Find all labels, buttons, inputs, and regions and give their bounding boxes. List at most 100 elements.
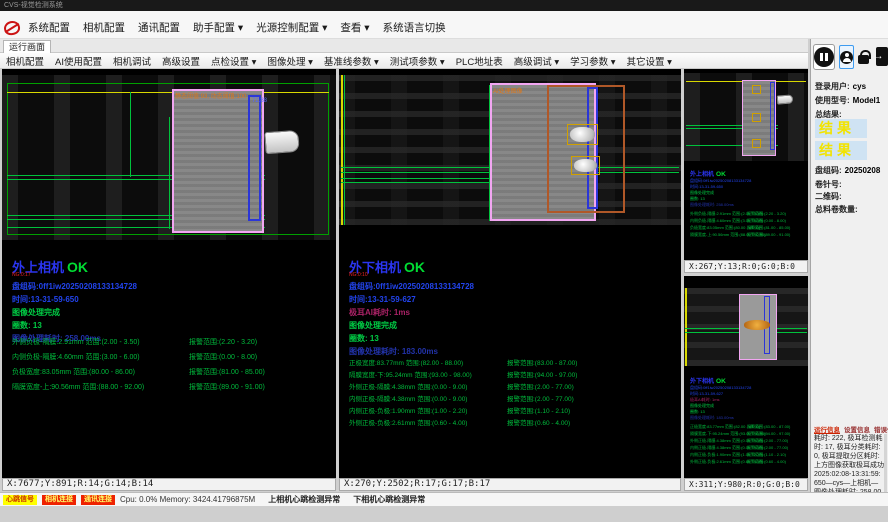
measurement-value: 内侧负极-隔膜:4.60mm 范围:(3.00 - 6.00) xyxy=(12,352,189,362)
measurement-alarm-range: 报警范围:(89.00 - 91.00) xyxy=(189,382,265,392)
turns-line: 圈数: 13 xyxy=(349,333,379,344)
tab-run-screen[interactable]: 运行画面 xyxy=(3,40,51,53)
menu-item[interactable]: 系统配置 xyxy=(28,20,70,35)
measurement-value: 隔膜宽度-下:95.24mm 范围:(93.00 - 98.00) xyxy=(690,431,747,437)
measurement-alarm-range: 报警范围:(1.10 - 2.10) xyxy=(507,405,570,415)
measurement-alarm-range: 报警范围:(0.00 - 8.00) xyxy=(189,352,257,362)
camera-image-lower[interactable]: AI处理图像 xyxy=(339,75,681,225)
toolbar-button[interactable]: 高级设置 xyxy=(162,54,200,68)
measurement-alarm-range: 报警范围:(94.00 - 97.00) xyxy=(747,431,790,437)
measurement-value: 负极宽度:83.05mm 范围:(80.00 - 86.00) xyxy=(690,225,747,231)
menu-item[interactable]: 相机配置 xyxy=(83,20,125,35)
pause-button[interactable] xyxy=(813,44,835,70)
thumbnail-panel-upper[interactable]: 外上相机OK 盘组码:0ff1iw20250208133134728 时间:13… xyxy=(684,69,808,260)
field-value: 20250208 xyxy=(845,166,881,175)
coords-readout-upper: X:7677;Y:891;R:14;G:14;B:14 xyxy=(2,478,336,491)
menu-item[interactable]: 通讯配置 xyxy=(138,20,180,35)
toolbar-button[interactable]: 测试项参数 ▾ xyxy=(390,54,445,68)
measurement-value: 内侧正极-负极:1.90mm 范围:(1.00 - 2.20) xyxy=(349,405,507,415)
measurement-value: 隔膜宽度-上:90.56mm 范围:(88.00 - 92.00) xyxy=(690,232,747,238)
batch-code-line: 盘组码:0ff1iw20250208133134728 xyxy=(349,281,474,292)
toolbar-button[interactable]: 学习参数 ▾ xyxy=(570,54,615,68)
measurement-value: 外侧正极-负极:2.61mm 范围:(0.60 - 4.00) xyxy=(690,459,747,465)
edge-detect-box xyxy=(248,95,261,221)
toolbar-button[interactable]: PLC地址表 xyxy=(456,54,503,68)
measurement-alarm-range: 报警范围:(0.60 - 4.00) xyxy=(747,459,786,465)
threshold-overlay-text: 静态阈值:93, 动态阈值:100 xyxy=(175,91,246,100)
camera-connection-badge: 相机连接 xyxy=(42,495,76,505)
thumbnail-image-lower[interactable] xyxy=(684,288,808,366)
measurement-value: 隔膜宽度-上:90.56mm 范围:(88.00 - 92.00) xyxy=(12,382,189,392)
measurement-row: 外侧正极-隔膜:4.38mm 范围:(0.00 - 9.00) 报警范围:(2.… xyxy=(349,381,677,393)
measurement-alarm-range: 报警范围:(81.00 - 85.00) xyxy=(747,225,790,231)
log-tab-run-info[interactable]: 运行信息 xyxy=(814,424,840,434)
measurement-list: 外侧负极-隔膜:2.91mm 范围:(2.00 - 3.50) 报警范围:(2.… xyxy=(12,337,332,397)
toolbar-button[interactable]: 点检设置 ▾ xyxy=(211,54,256,68)
user-login-button[interactable] xyxy=(839,45,854,69)
logout-door-icon xyxy=(876,47,888,66)
result-box-2: 结果 xyxy=(815,141,867,160)
field-label: 总料卷数量: xyxy=(815,205,858,214)
application-window: CVS-视觉检测系统 系统配置相机配置通讯配置助手配置 ▾光源控制配置 ▾查看 … xyxy=(0,0,888,522)
camera-result-title: 外下相机OK xyxy=(690,376,726,385)
field-row: 卷针号: xyxy=(815,179,845,190)
field-label: 二维码: xyxy=(815,192,842,201)
ng-counter: NG:0:10 xyxy=(349,272,368,278)
menu-item[interactable]: 系统语言切换 xyxy=(383,20,446,35)
measurement-row: 内侧负极-隔膜:4.60mm 范围:(3.00 - 6.00) 报警范围:(0.… xyxy=(690,218,804,225)
time-line: 时间:13-31-59-650 xyxy=(12,294,79,305)
log-tab-settings-info[interactable]: 设置信息 xyxy=(844,424,870,434)
thumbnail-image-upper[interactable] xyxy=(684,73,808,161)
camera-status-ok: OK xyxy=(716,378,726,385)
camera-panel-upper[interactable]: 静态阈值:93, 动态阈值:100 72.88 外上相机OK NG:0:17 盘… xyxy=(2,69,336,478)
field-label: 盘组码: xyxy=(815,166,842,175)
lock-button[interactable] xyxy=(858,47,869,67)
baseline-yellow xyxy=(685,288,687,366)
measurement-value: 内侧负极-隔膜:4.60mm 范围:(3.00 - 6.00) xyxy=(690,218,747,224)
toolbar-button[interactable]: AI使用配置 xyxy=(55,54,102,68)
measurement-row: 外侧负极-隔膜:2.91mm 范围:(2.00 - 3.50) 报警范围:(2.… xyxy=(12,337,332,352)
measurement-alarm-range: 报警范围:(2.20 - 3.20) xyxy=(747,211,786,217)
model-row: 使用型号:Model1 xyxy=(815,95,880,106)
control-side-panel: 登录用户:cys 使用型号:Model1 总结果: 结果 结果 盘组码:2025… xyxy=(810,39,888,510)
measurement-alarm-range: 报警范围:(2.00 - 77.00) xyxy=(507,393,574,403)
toolbar-button[interactable]: 基准线参数 ▾ xyxy=(324,54,379,68)
measurement-row: 隔膜宽度-上:90.56mm 范围:(88.00 - 92.00) 报警范围:(… xyxy=(690,232,804,239)
measurement-alarm-range: 报警范围:(81.00 - 85.00) xyxy=(189,367,265,377)
measurement-row: 隔膜宽度-上:90.56mm 范围:(88.00 - 92.00) 报警范围:(… xyxy=(12,382,332,397)
camera-panel-lower[interactable]: AI处理图像 外下相机OK NG:0:10 盘组码:0ff1iw20250208… xyxy=(339,69,681,478)
camera-image-upper[interactable]: 静态阈值:93, 动态阈值:100 72.88 xyxy=(2,75,336,240)
login-user-value: cys xyxy=(853,82,866,91)
toolbar-button[interactable]: 图像处理 ▾ xyxy=(267,54,312,68)
login-user-label: 登录用户: xyxy=(815,82,850,91)
exit-button[interactable] xyxy=(873,46,887,68)
measurement-row: 负极宽度:83.05mm 范围:(80.00 - 86.00) 报警范围:(81… xyxy=(12,367,332,382)
measurement-row: 正极宽度:83.77mm 范围:(82.00 - 88.00) 报警范围:(83… xyxy=(349,357,677,369)
model-value: Model1 xyxy=(853,96,881,105)
turns-line: 圈数: 13 xyxy=(12,320,42,331)
log-tab-error-info[interactable]: 错误信息 xyxy=(874,424,888,434)
tab-mark-box xyxy=(567,124,598,145)
lower-camera-warning: 下相机心跳检测异常 xyxy=(353,494,425,505)
toolbar-button[interactable]: 相机配置 xyxy=(6,54,44,68)
result-box-1: 结果 xyxy=(815,119,867,138)
menu-item[interactable]: 光源控制配置 ▾ xyxy=(256,20,327,35)
guide-line xyxy=(341,178,491,179)
menu-item[interactable]: 查看 ▾ xyxy=(340,20,369,35)
measurement-value: 内侧正极-隔膜:4.38mm 范围:(0.00 - 9.00) xyxy=(690,445,747,451)
toolbar-button[interactable]: 其它设置 ▾ xyxy=(627,54,672,68)
cpu-memory-readout: Cpu: 0.0% Memory: 3424.41796875M xyxy=(120,495,255,504)
edge-detect-box xyxy=(770,82,775,150)
tab-mark-box xyxy=(752,113,761,122)
tab-mark-box xyxy=(752,85,761,94)
toolbar-button[interactable]: 高级调试 ▾ xyxy=(514,54,559,68)
menu-item[interactable]: 助手配置 ▾ xyxy=(193,20,243,35)
measurement-value: 外侧负极-隔膜:2.91mm 范围:(2.00 - 3.50) xyxy=(690,211,747,217)
measurement-alarm-range: 报警范围:(2.00 - 77.00) xyxy=(507,381,574,391)
measurement-value: 正极宽度:83.77mm 范围:(82.00 - 88.00) xyxy=(690,424,747,430)
upper-camera-warning: 上相机心跳检测异常 xyxy=(268,494,340,505)
thumbnail-panel-lower[interactable]: 外下相机OK 盘组码:0ff1iw20250208133134728 时间:13… xyxy=(684,276,808,478)
toolbar-button[interactable]: 相机调试 xyxy=(113,54,151,68)
guide-line xyxy=(130,92,131,177)
coords-readout-lower: X:270;Y:2502;R:17;G:17;B:17 xyxy=(339,478,681,491)
